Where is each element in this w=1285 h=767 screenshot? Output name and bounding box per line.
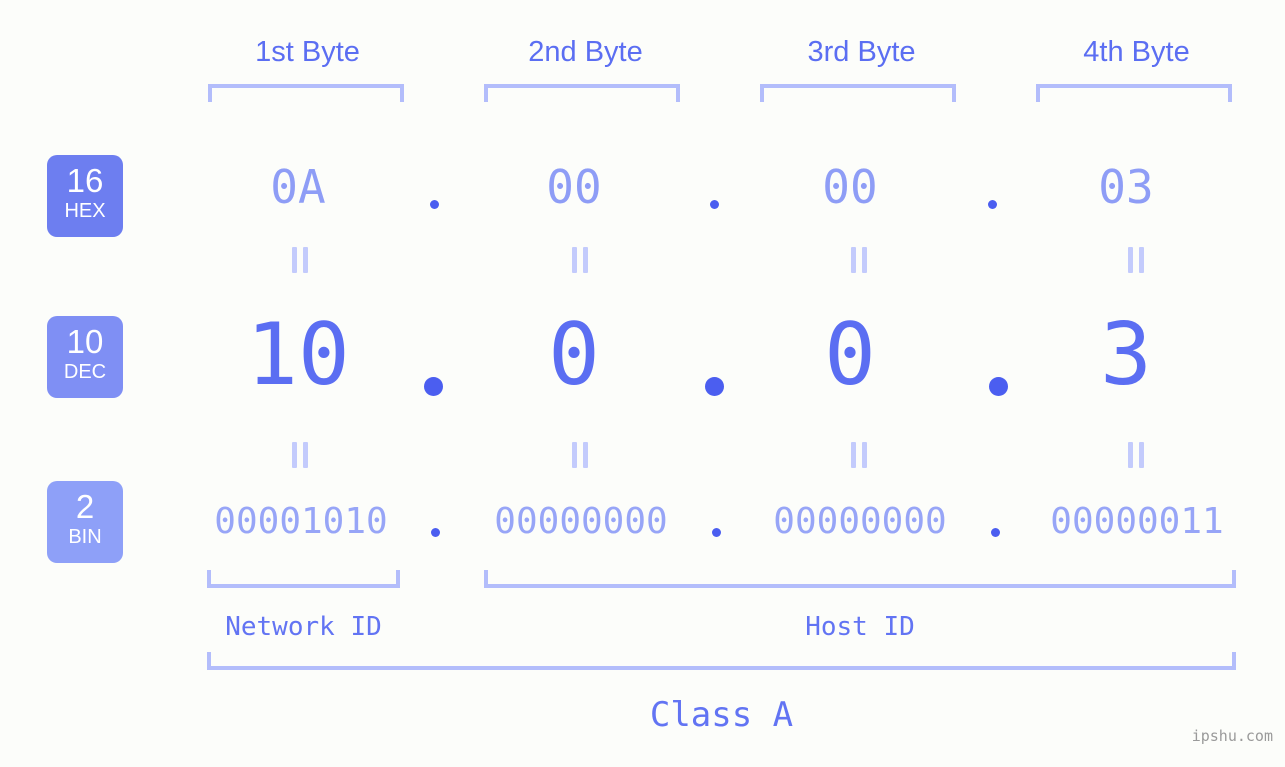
bin-separator-dot-2 (712, 528, 721, 537)
hex-byte-4: 03 (1098, 160, 1154, 214)
byte-header-4: 4th Byte (1083, 36, 1190, 68)
hex-byte-1: 0A (270, 160, 326, 214)
base-badge-bin-number: 2 (75, 488, 95, 525)
base-badge-bin-label: BIN (68, 526, 102, 548)
byte-header-2: 2nd Byte (528, 36, 643, 68)
bin-byte-1: 00001010 (214, 501, 388, 542)
watermark: ipshu.com (1191, 727, 1273, 745)
host-id-bracket (484, 570, 1236, 588)
byte-header-1: 1st Byte (255, 36, 360, 68)
dec-byte-1: 10 (246, 305, 350, 405)
base-badge-hex-number: 16 (66, 162, 104, 199)
bin-byte-4: 00000011 (1050, 501, 1224, 542)
dec-byte-3: 0 (824, 305, 876, 405)
bin-byte-3: 00000000 (773, 501, 947, 542)
byte-bracket-3 (760, 84, 956, 102)
dec-separator-dot-2 (705, 377, 724, 396)
bin-separator-dot-1 (431, 528, 440, 537)
dec-separator-dot-1 (424, 377, 443, 396)
base-badge-dec: 10 DEC (47, 316, 123, 398)
class-bracket (207, 652, 1236, 670)
base-badge-dec-number: 10 (66, 323, 104, 360)
hex-separator-dot-3 (988, 200, 997, 209)
host-id-label: Host ID (805, 612, 915, 642)
bin-separator-dot-3 (991, 528, 1000, 537)
equals-marker-hex-dec-4 (1127, 247, 1145, 273)
equals-marker-dec-bin-4 (1127, 442, 1145, 468)
ip-breakdown-diagram: 1st Byte 2nd Byte 3rd Byte 4th Byte 16 H… (0, 0, 1285, 767)
equals-marker-hex-dec-3 (850, 247, 868, 273)
byte-header-3: 3rd Byte (807, 36, 916, 68)
network-id-label: Network ID (225, 612, 382, 642)
hex-byte-2: 00 (546, 160, 602, 214)
base-badge-hex-label: HEX (64, 200, 106, 222)
equals-marker-hex-dec-2 (571, 247, 589, 273)
dec-byte-2: 0 (548, 305, 600, 405)
base-badge-dec-label: DEC (63, 361, 107, 383)
equals-marker-dec-bin-2 (571, 442, 589, 468)
equals-marker-dec-bin-3 (850, 442, 868, 468)
equals-marker-dec-bin-1 (291, 442, 309, 468)
class-label: Class A (649, 695, 794, 735)
hex-separator-dot-2 (710, 200, 719, 209)
base-badge-hex: 16 HEX (47, 155, 123, 237)
dec-separator-dot-3 (989, 377, 1008, 396)
hex-byte-3: 00 (822, 160, 878, 214)
dec-byte-4: 3 (1100, 305, 1152, 405)
network-id-bracket (207, 570, 400, 588)
byte-bracket-1 (208, 84, 404, 102)
byte-bracket-2 (484, 84, 680, 102)
bin-byte-2: 00000000 (494, 501, 668, 542)
hex-separator-dot-1 (430, 200, 439, 209)
byte-bracket-4 (1036, 84, 1232, 102)
base-badge-bin: 2 BIN (47, 481, 123, 563)
equals-marker-hex-dec-1 (291, 247, 309, 273)
